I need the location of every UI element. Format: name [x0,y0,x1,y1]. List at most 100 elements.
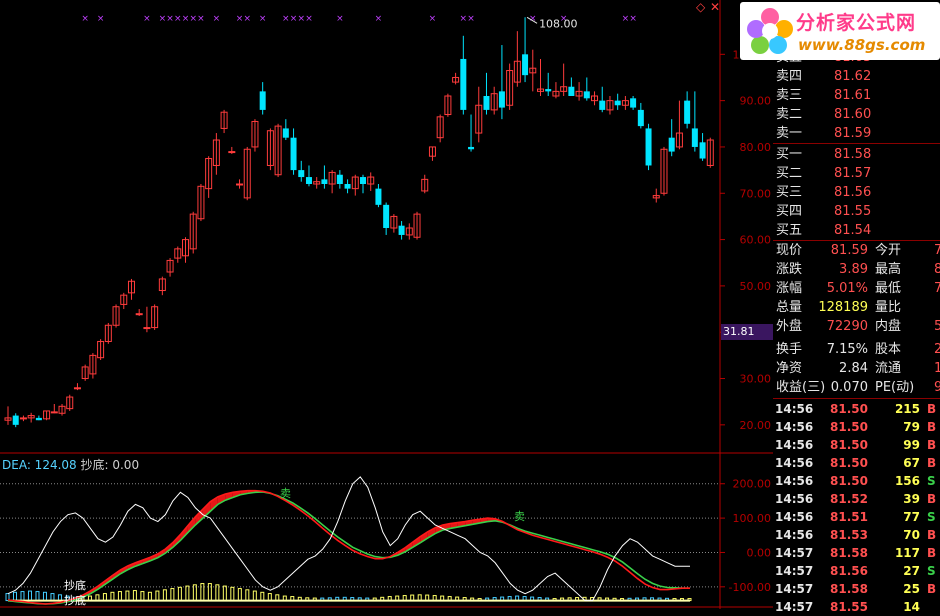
stat-label-2: 内盘 [875,319,902,334]
candle-body [35,417,42,421]
candle-body [336,174,343,184]
signal-marker: × [197,14,205,24]
stat-value-2: 8 [934,262,940,277]
tick-time: 14:57 [775,582,814,596]
histogram-bar [42,591,47,602]
tick-volume: 117 [894,546,920,560]
candle-body [143,327,151,330]
bid-label: 买五 [776,223,803,238]
histogram-bar [222,585,227,602]
tick-time: 14:56 [775,420,814,434]
y-tick-label: 60.00 [740,234,772,247]
tick-price: 81.55 [830,600,868,614]
stat-value: 7.15% [826,342,868,357]
bid-row: 买五 81.54 [773,221,940,240]
tick-time: 14:56 [775,402,814,416]
tick-volume: 156 [894,474,920,488]
tick-time: 14:56 [775,510,814,524]
y-tick-label: 50.00 [740,280,772,293]
candle-body [73,387,81,390]
candle-body [483,96,490,110]
bid-row: 买一 81.58 [773,145,940,164]
tick-row: 14:56 81.50 99 B [773,436,940,454]
tick-price: 81.50 [830,456,868,470]
diamond-icon[interactable]: ◇ [696,1,708,13]
price-chart[interactable]: 20.0030.0040.0050.0060.0070.0080.0090.00… [0,0,773,609]
tick-row: 14:56 81.53 70 B [773,526,940,544]
tick-row: 14:56 81.51 77 S [773,508,940,526]
sell-label: 卖 [514,510,525,523]
candle-body [684,100,691,124]
stat-label-2: PE(动) [875,380,915,395]
ask-row: 卖三 81.61 [773,86,940,105]
y-tick-label: 20.00 [740,419,772,432]
tick-volume: 99 [903,438,920,452]
tick-price: 81.50 [830,438,868,452]
histogram-bar [260,591,265,602]
tick-price: 81.56 [830,564,868,578]
tick-price: 81.50 [830,474,868,488]
ask-row: 卖四 81.62 [773,67,940,86]
histogram-bar [35,591,40,602]
price-marker: 31.81 [721,324,773,340]
bid-row: 买三 81.56 [773,183,940,202]
candle-body [383,204,390,228]
tick-side: B [927,402,937,416]
tick-volume: 25 [903,582,920,596]
signal-marker: × [174,14,182,24]
tick-row: 14:56 81.52 39 B [773,490,940,508]
watermark-url: www.88gs.com [798,36,926,54]
tick-volume: 27 [903,564,920,578]
tick-time: 14:56 [775,456,814,470]
tick-row: 14:56 81.50 67 B [773,454,940,472]
divider [773,143,940,144]
stat-label: 外盘 [776,319,803,334]
close-icon[interactable]: ✕ [710,1,722,13]
histogram-bar [117,591,122,602]
stat-value-2: 9 [934,380,940,395]
candle-body [298,170,305,178]
bid-label: 买一 [776,147,803,162]
stat-value: 5.01% [826,281,868,296]
buy-label: 抄底 [64,578,86,592]
series-line-2 [7,476,690,602]
signal-marker: × [213,14,221,24]
signal-marker: × [375,14,383,24]
stat-value-2: 5 [934,319,940,334]
histogram-bar [125,590,130,602]
candle-body [305,177,312,184]
tick-side: S [927,564,936,578]
indicator-header: DEA: 124.08 抄底: 0.00 [2,456,139,473]
histogram-bar [110,591,115,602]
stat-row: 现价 81.59 今开 7 [773,241,940,260]
stat-value-2: 2. [934,342,940,357]
stat-label: 涨幅 [776,281,803,296]
stat-value: 2.84 [839,361,868,376]
candle-body [19,417,27,420]
histogram-bar [267,593,272,602]
signal-marker: × [259,14,267,24]
buy-label: 抄底 [64,593,86,607]
tick-row: 14:57 81.58 25 B [773,580,940,598]
ask-label: 卖二 [776,107,803,122]
candle-body [375,188,382,205]
signal-marker: × [166,14,174,24]
y-tick-label: 70.00 [740,187,772,200]
tick-price: 81.50 [830,420,868,434]
tick-side: B [927,546,937,560]
ask-label: 卖四 [776,69,803,84]
stat-row: 总量 128189 量比 [773,298,940,317]
tick-price: 81.53 [830,528,868,542]
histogram-bar [50,593,55,602]
candle-body [360,177,366,184]
signal-marker: × [97,14,105,24]
candle-body [12,415,19,425]
candle-body [135,313,143,316]
tick-row: 14:57 81.56 27 S [773,562,940,580]
stat-row: 换手 7.15% 股本 2. [773,340,940,359]
bid-price: 81.56 [834,185,872,200]
tick-volume: 79 [903,420,920,434]
y-tick-label: 80.00 [740,141,772,154]
stat-label-2: 最高 [875,262,902,277]
tick-time: 14:56 [775,474,814,488]
